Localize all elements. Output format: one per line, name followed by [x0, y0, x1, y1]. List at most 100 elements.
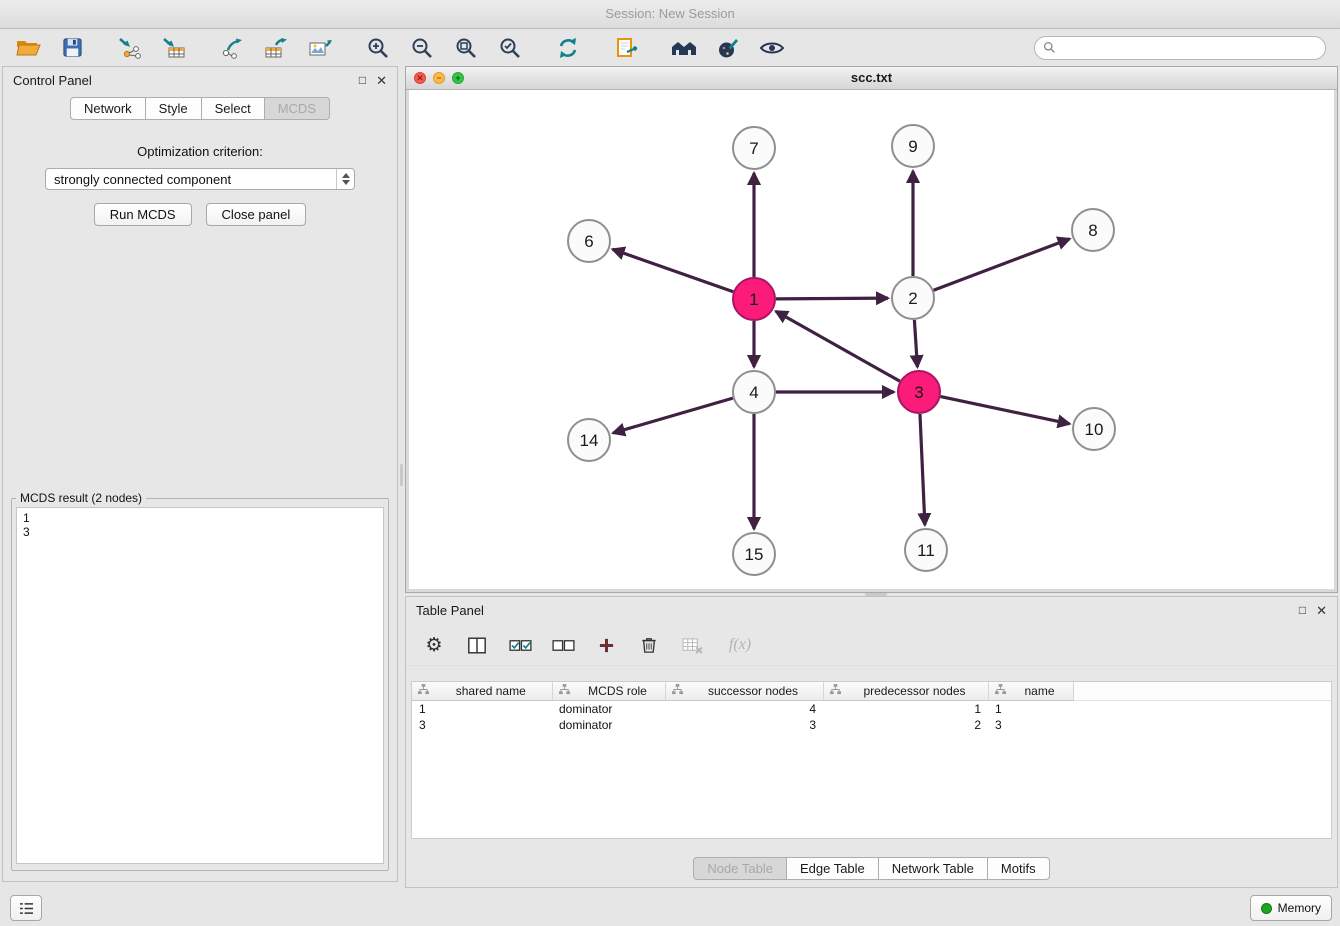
close-panel-icon[interactable]: ✕ — [376, 74, 387, 87]
graph-node-11[interactable]: 11 — [905, 529, 947, 571]
table-row[interactable]: 1dominator411 — [412, 701, 1331, 718]
cell-name[interactable]: 1 — [988, 701, 1073, 718]
minimize-window-icon[interactable]: − — [433, 72, 445, 84]
graph-node-1[interactable]: 1 — [733, 278, 775, 320]
table-tab-motifs[interactable]: Motifs — [987, 857, 1050, 880]
float-panel-icon[interactable]: □ — [359, 74, 366, 86]
graph-node-4[interactable]: 4 — [733, 371, 775, 413]
import-network-icon[interactable] — [116, 34, 144, 62]
select-stepper-icon[interactable] — [336, 169, 354, 189]
table-close-icon[interactable]: ✕ — [1316, 604, 1327, 617]
graph-node-6[interactable]: 6 — [568, 220, 610, 262]
graph-edge-3-10[interactable] — [941, 397, 1070, 424]
graph-edge-4-14[interactable] — [613, 398, 733, 433]
close-window-icon[interactable]: ✕ — [414, 72, 426, 84]
task-history-button[interactable] — [10, 895, 42, 921]
vertical-splitter[interactable] — [399, 66, 404, 593]
search-input[interactable] — [1061, 39, 1317, 56]
column-header-successor_nodes[interactable]: successor nodes — [665, 682, 823, 701]
graph-node-8[interactable]: 8 — [1072, 209, 1114, 251]
maximize-window-icon[interactable]: + — [452, 72, 464, 84]
graph-edge-1-6[interactable] — [613, 249, 734, 291]
cell-predecessor_nodes[interactable]: 1 — [823, 701, 988, 718]
apply-style-icon[interactable] — [714, 34, 742, 62]
import-table-icon[interactable] — [160, 34, 188, 62]
node-table[interactable]: shared nameMCDS rolesuccessor nodesprede… — [411, 681, 1332, 839]
close-panel-button[interactable]: Close panel — [206, 203, 307, 226]
graph-node-10[interactable]: 10 — [1073, 408, 1115, 450]
delete-table-icon[interactable] — [680, 633, 704, 657]
main-toolbar — [0, 29, 1340, 66]
graph-node-2[interactable]: 2 — [892, 277, 934, 319]
graph-edge-2-8[interactable] — [934, 239, 1070, 290]
cell-shared_name[interactable]: 1 — [412, 701, 552, 718]
export-network-icon[interactable] — [218, 34, 246, 62]
table-float-icon[interactable]: □ — [1299, 604, 1306, 616]
tab-network[interactable]: Network — [70, 97, 146, 120]
cell-successor_nodes[interactable]: 3 — [665, 717, 823, 733]
table-settings-gear-icon[interactable]: ⚙ — [422, 633, 446, 657]
function-builder-icon[interactable]: f(x) — [723, 633, 757, 657]
home-networks-icon[interactable] — [670, 34, 698, 62]
cell-mcds_role[interactable]: dominator — [552, 701, 665, 718]
tab-select[interactable]: Select — [201, 97, 265, 120]
cell-successor_nodes[interactable]: 4 — [665, 701, 823, 718]
table-row[interactable]: 3dominator323 — [412, 717, 1331, 733]
graph-edge-3-1[interactable] — [776, 311, 900, 381]
deselect-all-rows-icon[interactable] — [551, 633, 575, 657]
network-view-window: ✕ − + scc.txt 7968124314101511 — [405, 66, 1338, 593]
graph-edge-2-3[interactable] — [914, 320, 917, 367]
network-snapshot-icon[interactable] — [612, 34, 640, 62]
memory-label: Memory — [1278, 901, 1321, 915]
zoom-selected-icon[interactable] — [496, 34, 524, 62]
mcds-result-list[interactable]: 1 3 — [16, 507, 384, 864]
zoom-fit-icon[interactable] — [452, 34, 480, 62]
svg-text:14: 14 — [580, 431, 599, 450]
cell-shared_name[interactable]: 3 — [412, 717, 552, 733]
criterion-select[interactable]: strongly connected component — [45, 168, 355, 190]
graph-node-9[interactable]: 9 — [892, 125, 934, 167]
column-sort-icon — [672, 684, 683, 698]
run-mcds-button[interactable]: Run MCDS — [94, 203, 192, 226]
show-hide-eye-icon[interactable] — [758, 34, 786, 62]
graph-edge-1-2[interactable] — [776, 298, 888, 299]
column-header-mcds_role[interactable]: MCDS role — [552, 682, 665, 701]
refresh-layout-icon[interactable] — [554, 34, 582, 62]
delete-column-icon[interactable] — [637, 633, 661, 657]
zoom-in-icon[interactable] — [364, 34, 392, 62]
table-panel: Table Panel □ ✕ ⚙ f(x) shared nameMCDS r… — [405, 596, 1338, 888]
select-all-rows-icon[interactable] — [508, 633, 532, 657]
column-header-shared_name[interactable]: shared name — [412, 682, 552, 701]
table-tab-edge-table[interactable]: Edge Table — [786, 857, 879, 880]
table-tab-node-table[interactable]: Node Table — [693, 857, 787, 880]
column-header-name[interactable]: name — [988, 682, 1073, 701]
tab-mcds[interactable]: MCDS — [264, 97, 330, 120]
tab-style[interactable]: Style — [145, 97, 202, 120]
open-file-icon[interactable] — [14, 34, 42, 62]
network-canvas[interactable]: 7 9 6 8 1 2 4 3 14 10 15 11 — [409, 90, 1334, 589]
export-table-icon[interactable] — [262, 34, 290, 62]
zoom-out-icon[interactable] — [408, 34, 436, 62]
memory-button[interactable]: Memory — [1250, 895, 1332, 921]
column-header-predecessor_nodes[interactable]: predecessor nodes — [823, 682, 988, 701]
table-tab-network-table[interactable]: Network Table — [878, 857, 988, 880]
table-panel-header: Table Panel □ ✕ — [406, 597, 1337, 623]
add-column-icon[interactable] — [594, 633, 618, 657]
graph-node-15[interactable]: 15 — [733, 533, 775, 575]
graph-node-14[interactable]: 14 — [568, 419, 610, 461]
search-box[interactable] — [1034, 36, 1326, 60]
svg-text:3: 3 — [914, 383, 923, 402]
svg-text:4: 4 — [749, 383, 758, 402]
export-image-icon[interactable] — [306, 34, 334, 62]
svg-text:11: 11 — [917, 541, 935, 560]
graph-edge-3-11[interactable] — [920, 414, 925, 525]
cell-predecessor_nodes[interactable]: 2 — [823, 717, 988, 733]
graph-node-3[interactable]: 3 — [898, 371, 940, 413]
graph-node-7[interactable]: 7 — [733, 127, 775, 169]
table-header-row: shared nameMCDS rolesuccessor nodesprede… — [412, 682, 1331, 701]
cell-filler — [1073, 701, 1331, 718]
show-columns-icon[interactable] — [465, 633, 489, 657]
cell-mcds_role[interactable]: dominator — [552, 717, 665, 733]
save-session-icon[interactable] — [58, 34, 86, 62]
cell-name[interactable]: 3 — [988, 717, 1073, 733]
